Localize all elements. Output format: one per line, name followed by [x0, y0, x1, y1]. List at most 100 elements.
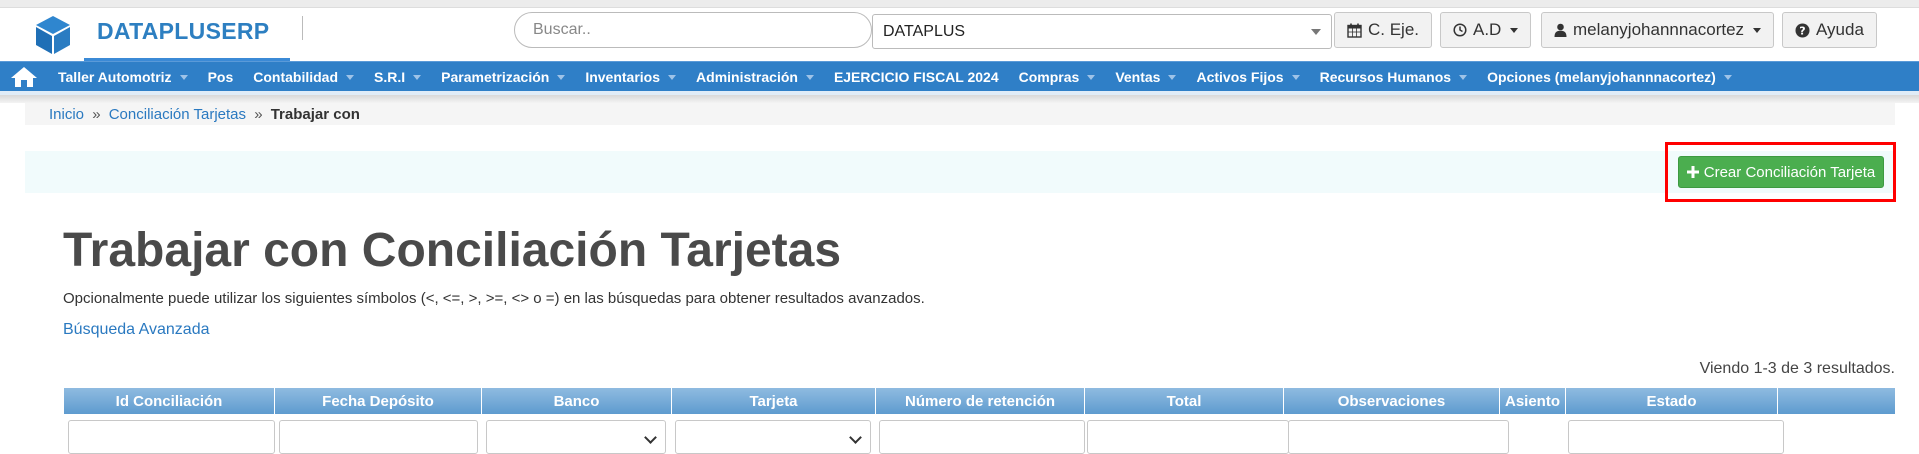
grid-filter-row — [64, 414, 1895, 454]
ad-label: A.D — [1473, 20, 1502, 39]
filter-banco-select[interactable] — [486, 420, 666, 454]
nav-item-recursos-humanos[interactable]: Recursos Humanos — [1319, 69, 1468, 85]
breadcrumb-separator: » — [92, 106, 101, 123]
calendar-icon — [1347, 23, 1362, 38]
column-header-numero-retencion[interactable]: Número de retención — [876, 388, 1085, 414]
nav-item-ejercicio-fiscal[interactable]: EJERCICIO FISCAL 2024 — [834, 69, 999, 85]
conciliation-grid: Id Conciliación Fecha Depósito Banco Tar… — [64, 388, 1895, 454]
filter-estado-input[interactable] — [1568, 420, 1784, 454]
create-conciliation-button[interactable]: Crear Conciliación Tarjeta — [1678, 156, 1884, 188]
column-header-fecha-deposito[interactable]: Fecha Depósito — [275, 388, 482, 414]
create-conciliation-label: Crear Conciliación Tarjeta — [1703, 163, 1876, 181]
navbar-shadow — [0, 95, 1919, 103]
caret-down-icon — [179, 74, 188, 80]
header-divider — [302, 16, 303, 40]
breadcrumb-current: Trabajar con — [270, 106, 360, 123]
nav-item-activos-fijos[interactable]: Activos Fijos — [1196, 69, 1300, 85]
chevron-down-icon — [1311, 29, 1321, 35]
column-header-tarjeta[interactable]: Tarjeta — [672, 388, 876, 414]
question-circle-icon: ? — [1795, 23, 1810, 37]
caret-down-icon — [668, 74, 677, 80]
caret-down-icon — [1087, 74, 1096, 80]
filter-tarjeta-select[interactable] — [675, 420, 871, 454]
column-header-estado[interactable]: Estado — [1566, 388, 1778, 414]
fiscal-year-label: C. Eje. — [1368, 20, 1420, 39]
column-header-id[interactable]: Id Conciliación — [64, 388, 275, 414]
column-header-asiento[interactable]: Asiento — [1500, 388, 1566, 414]
ad-button[interactable]: A.D — [1440, 12, 1532, 48]
filter-numero-retencion-input[interactable] — [879, 420, 1085, 454]
nav-item-label: Contabilidad — [253, 69, 339, 85]
user-menu-button[interactable]: melanyjohannnacortez — [1541, 12, 1775, 48]
nav-menu: Taller Automotriz Pos Contabilidad S.R.I… — [0, 62, 1752, 92]
nav-item-label: Ventas — [1115, 69, 1161, 85]
app-header: DATAPLUSERP DATAPLUS C. Eje. A.D — [0, 8, 1919, 61]
filter-observaciones-input[interactable] — [1288, 420, 1509, 454]
nav-item-label: Taller Automotriz — [58, 69, 172, 85]
page-title: Trabajar con Conciliación Tarjetas — [63, 224, 842, 277]
column-header-actions — [1778, 388, 1895, 414]
caret-down-icon — [557, 74, 566, 80]
nav-item-label: S.R.I — [374, 69, 406, 85]
browser-top-edge — [0, 0, 1919, 8]
breadcrumb-home-link[interactable]: Inicio — [49, 106, 84, 123]
breadcrumb: Inicio » Conciliación Tarjetas » Trabaja… — [25, 103, 1895, 125]
nav-item-label: EJERCICIO FISCAL 2024 — [833, 69, 999, 85]
plus-icon — [1686, 166, 1699, 178]
nav-item-label: Opciones (melanyjohannnacortez) — [1487, 69, 1716, 85]
nav-item-compras[interactable]: Compras — [1019, 69, 1096, 85]
results-summary: Viendo 1-3 de 3 resultados. — [1699, 360, 1895, 377]
nav-item-pos[interactable]: Pos — [208, 69, 234, 85]
user-icon — [1554, 23, 1567, 37]
caret-down-icon — [1723, 74, 1732, 80]
company-select-value: DATAPLUS — [883, 22, 966, 40]
breadcrumb-section-link[interactable]: Conciliación Tarjetas — [109, 106, 246, 123]
nav-item-label: Recursos Humanos — [1319, 69, 1452, 85]
nav-item-parametrizacion[interactable]: Parametrización — [441, 69, 566, 85]
fiscal-year-button[interactable]: C. Eje. — [1334, 12, 1433, 48]
caret-down-icon — [1510, 27, 1519, 33]
breadcrumb-separator: » — [254, 106, 263, 123]
nav-item-contabilidad[interactable]: Contabilidad — [253, 69, 355, 85]
filter-id-input[interactable] — [68, 420, 275, 454]
clock-icon — [1453, 23, 1467, 37]
svg-text:?: ? — [1799, 24, 1805, 37]
home-icon[interactable] — [10, 66, 38, 88]
help-label: Ayuda — [1816, 20, 1864, 39]
nav-item-inventarios[interactable]: Inventarios — [585, 69, 677, 85]
caret-down-icon — [346, 74, 355, 80]
nav-item-administracion[interactable]: Administración — [696, 69, 814, 85]
nav-item-label: Parametrización — [441, 69, 550, 85]
action-band — [25, 151, 1895, 193]
caret-down-icon — [805, 74, 814, 80]
help-button[interactable]: ? Ayuda — [1782, 12, 1877, 48]
search-input[interactable] — [514, 12, 872, 48]
caret-down-icon — [1753, 27, 1762, 33]
nav-item-label: Administración — [696, 69, 798, 85]
column-header-banco[interactable]: Banco — [482, 388, 672, 414]
nav-item-opciones[interactable]: Opciones (melanyjohannnacortez) — [1487, 69, 1732, 85]
caret-down-icon — [413, 74, 422, 80]
nav-item-label: Compras — [1018, 69, 1080, 85]
brand-name[interactable]: DATAPLUSERP — [97, 18, 269, 45]
company-select[interactable]: DATAPLUS — [872, 14, 1332, 49]
nav-item-sri[interactable]: S.R.I — [374, 69, 422, 85]
user-name: melanyjohannnacortez — [1573, 20, 1745, 39]
cube-icon[interactable] — [32, 14, 74, 56]
nav-item-taller-automotriz[interactable]: Taller Automotriz — [58, 69, 188, 85]
caret-down-icon — [1459, 74, 1468, 80]
filter-fecha-deposito-input[interactable] — [279, 420, 478, 454]
nav-item-label: Pos — [207, 69, 234, 85]
grid-header: Id Conciliación Fecha Depósito Banco Tar… — [64, 388, 1895, 414]
advanced-search-link[interactable]: Búsqueda Avanzada — [63, 321, 210, 339]
main-navbar: Taller Automotriz Pos Contabilidad S.R.I… — [0, 61, 1919, 95]
nav-item-label: Activos Fijos — [1196, 69, 1284, 85]
column-header-observaciones[interactable]: Observaciones — [1284, 388, 1500, 414]
column-header-total[interactable]: Total — [1085, 388, 1284, 414]
search-hint: Opcionalmente puede utilizar los siguien… — [63, 290, 925, 307]
caret-down-icon — [1291, 74, 1300, 80]
caret-down-icon — [1168, 74, 1177, 80]
nav-item-ventas[interactable]: Ventas — [1115, 69, 1177, 85]
nav-item-label: Inventarios — [585, 69, 661, 85]
filter-total-input[interactable] — [1087, 420, 1289, 454]
